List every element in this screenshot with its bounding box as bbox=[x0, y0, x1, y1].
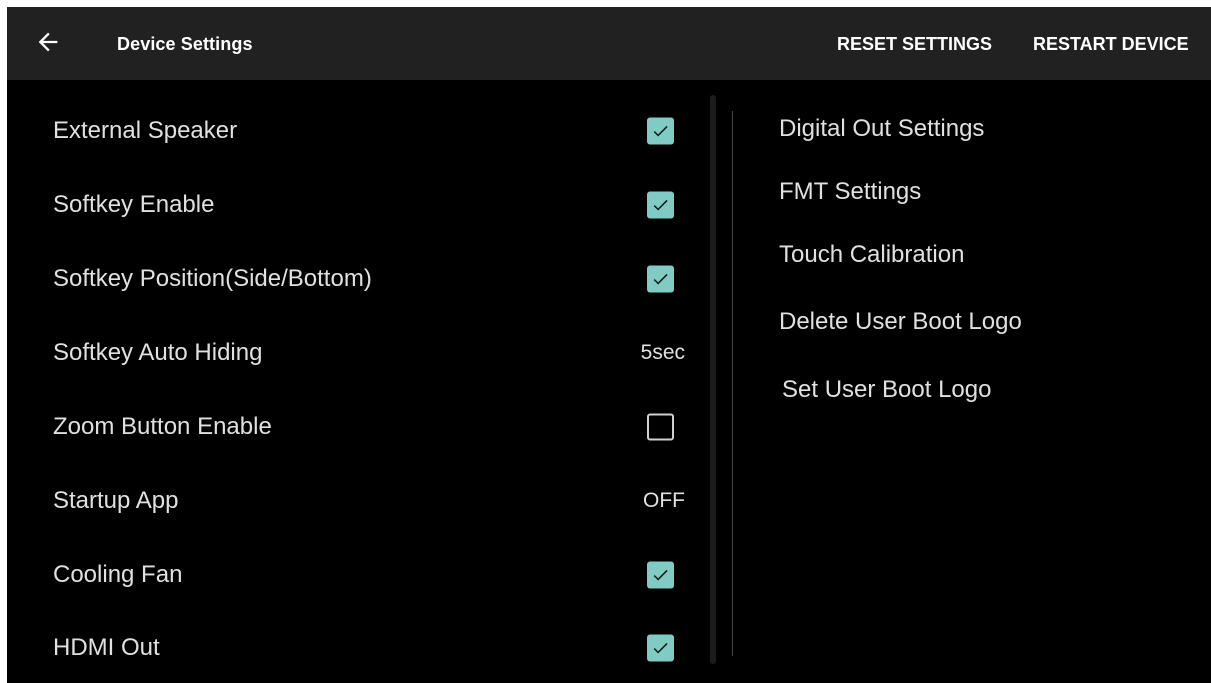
setting-cooling-fan[interactable]: Cooling Fan bbox=[7, 547, 707, 603]
setting-softkey-position[interactable]: Softkey Position(Side/Bottom) bbox=[7, 251, 707, 307]
setting-label: Softkey Auto Hiding bbox=[53, 339, 263, 366]
delete-user-boot-logo-item[interactable]: Delete User Boot Logo bbox=[779, 308, 1022, 336]
touch-calibration-item[interactable]: Touch Calibration bbox=[779, 241, 964, 269]
setting-hdmi-out[interactable]: HDMI Out bbox=[7, 620, 707, 676]
setting-external-speaker[interactable]: External Speaker bbox=[7, 103, 707, 159]
checkbox-checked[interactable] bbox=[647, 634, 674, 662]
settings-app: Device Settings RESET SETTINGS RESTART D… bbox=[7, 7, 1211, 683]
setting-label: Startup App bbox=[53, 487, 179, 514]
toolbar: Device Settings RESET SETTINGS RESTART D… bbox=[7, 7, 1211, 80]
fmt-settings-item[interactable]: FMT Settings bbox=[779, 178, 921, 206]
setting-label: Softkey Enable bbox=[53, 191, 215, 218]
device-settings-screen: Device Settings RESET SETTINGS RESTART D… bbox=[0, 0, 1211, 683]
checkbox-checked[interactable] bbox=[647, 191, 674, 219]
setting-label: Cooling Fan bbox=[53, 561, 183, 588]
setting-zoom-button-enable[interactable]: Zoom Button Enable bbox=[7, 399, 707, 455]
scrollbar[interactable] bbox=[710, 95, 716, 664]
arrow-left-icon bbox=[34, 28, 62, 61]
restart-device-button[interactable]: RESTART DEVICE bbox=[1033, 34, 1189, 55]
advanced-settings-list: Digital Out Settings FMT Settings Touch … bbox=[737, 80, 1211, 683]
back-button[interactable] bbox=[29, 25, 67, 63]
set-user-boot-logo-item[interactable]: Set User Boot Logo bbox=[782, 376, 991, 404]
checkbox-checked[interactable] bbox=[647, 561, 674, 589]
page-title: Device Settings bbox=[117, 34, 253, 54]
setting-label: Zoom Button Enable bbox=[53, 413, 272, 440]
setting-startup-app[interactable]: Startup App OFF bbox=[7, 473, 707, 529]
setting-softkey-auto-hiding[interactable]: Softkey Auto Hiding 5sec bbox=[7, 325, 707, 381]
checkbox-unchecked[interactable] bbox=[647, 413, 674, 441]
device-settings-list: External Speaker Softkey Enable Softkey … bbox=[7, 80, 707, 683]
setting-label: External Speaker bbox=[53, 117, 238, 144]
reset-settings-button[interactable]: RESET SETTINGS bbox=[837, 34, 992, 55]
setting-value: OFF bbox=[643, 489, 685, 512]
setting-softkey-enable[interactable]: Softkey Enable bbox=[7, 177, 707, 233]
checkbox-checked[interactable] bbox=[647, 265, 674, 293]
setting-label: Softkey Position(Side/Bottom) bbox=[53, 265, 372, 292]
checkbox-checked[interactable] bbox=[647, 117, 674, 145]
column-divider bbox=[732, 111, 733, 656]
setting-value: 5sec bbox=[640, 341, 685, 364]
digital-out-settings-item[interactable]: Digital Out Settings bbox=[779, 115, 984, 143]
setting-label: HDMI Out bbox=[53, 634, 160, 661]
